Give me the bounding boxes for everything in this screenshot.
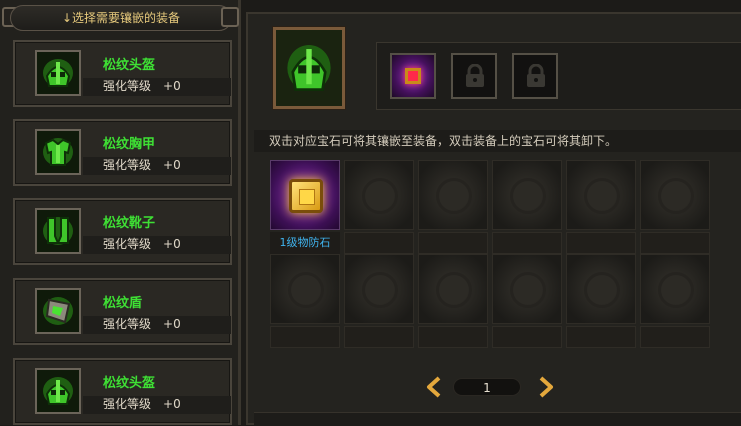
helmet-icon xyxy=(287,45,331,91)
gem-inventory-cell[interactable] xyxy=(566,254,636,348)
enhance-level-label: 强化等级 xyxy=(103,237,152,251)
equipment-item-5[interactable]: 松纹头盔 强化等级 +0 xyxy=(13,358,232,425)
helmet-icon xyxy=(35,368,81,414)
empty-slot-emblem xyxy=(492,160,562,230)
gem-inventory-cell[interactable] xyxy=(640,160,710,254)
equipment-item-4[interactable]: 松纹盾 强化等级 +0 xyxy=(13,278,232,345)
gem-name-empty xyxy=(270,326,340,348)
gem-inventory-cell[interactable] xyxy=(492,160,562,254)
lock-icon xyxy=(466,64,484,87)
empty-slot-emblem xyxy=(270,254,340,324)
equipment-name: 松纹靴子 xyxy=(103,216,156,231)
empty-slot-emblem xyxy=(640,254,710,324)
gem-socket-3[interactable] xyxy=(512,53,558,99)
gem-inventory-cell[interactable] xyxy=(344,160,414,254)
emblem-icon xyxy=(658,272,694,308)
enhance-level-value: +0 xyxy=(163,237,181,251)
equipment-name: 松纹盾 xyxy=(103,296,143,311)
gem-name-empty xyxy=(492,326,562,348)
enhance-level-value: +0 xyxy=(163,158,181,172)
selected-equipment-slot[interactable] xyxy=(273,27,345,109)
enhance-level-label: 强化等级 xyxy=(103,317,152,331)
empty-slot-emblem xyxy=(344,160,414,230)
equipment-item-1[interactable]: 松纹头盔 强化等级 +0 xyxy=(13,40,232,107)
gem-socket-1[interactable] xyxy=(390,53,436,99)
gem-inventory-cell[interactable] xyxy=(566,160,636,254)
emblem-icon xyxy=(288,272,324,308)
emblem-icon xyxy=(510,178,546,214)
red-gem-icon xyxy=(405,68,421,84)
yellow-gem-icon xyxy=(289,179,323,213)
gem-inventory-cell[interactable]: 1级物防石 xyxy=(270,160,340,254)
empty-slot-emblem xyxy=(492,254,562,324)
chest-armor-icon xyxy=(35,129,81,175)
empty-slot-emblem xyxy=(418,254,488,324)
enhance-level-value: +0 xyxy=(163,397,181,411)
equipment-list-header: ↓选择需要镶嵌的装备 xyxy=(10,5,232,31)
chevron-right-icon xyxy=(539,376,553,398)
emblem-icon xyxy=(362,178,398,214)
empty-slot-emblem xyxy=(344,254,414,324)
equipment-item-3[interactable]: 松纹靴子 强化等级 +0 xyxy=(13,198,232,265)
chevron-left-icon xyxy=(427,376,441,398)
enhance-level-label: 强化等级 xyxy=(103,397,152,411)
gem-name-empty xyxy=(566,326,636,348)
gem-name-empty xyxy=(418,326,488,348)
equipment-name: 松纹胸甲 xyxy=(103,137,156,152)
gem-inventory-cell[interactable] xyxy=(418,254,488,348)
gem-socket-2[interactable] xyxy=(451,53,497,99)
gem-inventory-cell[interactable] xyxy=(270,254,340,348)
gem-inventory-cell[interactable] xyxy=(418,160,488,254)
equipment-name: 松纹头盔 xyxy=(103,376,156,391)
enhance-level-label: 强化等级 xyxy=(103,79,152,93)
gem-inventory-cell[interactable] xyxy=(344,254,414,348)
emblem-icon xyxy=(658,178,694,214)
gem-name-empty xyxy=(492,232,562,254)
prev-page-button[interactable] xyxy=(426,376,442,398)
enhance-level: 强化等级 +0 xyxy=(103,395,181,412)
bottom-strip xyxy=(254,412,741,426)
helmet-icon xyxy=(35,50,81,96)
gem-name-empty xyxy=(640,326,710,348)
empty-slot-emblem xyxy=(418,160,488,230)
shield-icon xyxy=(35,288,81,334)
equipment-item-2[interactable]: 松纹胸甲 强化等级 +0 xyxy=(13,119,232,186)
enhance-level: 强化等级 +0 xyxy=(103,235,181,252)
boots-icon xyxy=(35,208,81,254)
gem-name-empty xyxy=(344,232,414,254)
page-number: 1 xyxy=(453,378,521,396)
enhance-level: 强化等级 +0 xyxy=(103,77,181,94)
gem-name-empty xyxy=(640,232,710,254)
emblem-icon xyxy=(436,178,472,214)
empty-slot-emblem xyxy=(566,254,636,324)
gem-name: 1级物防石 xyxy=(270,232,340,254)
enhance-level: 强化等级 +0 xyxy=(103,156,181,173)
emblem-icon xyxy=(510,272,546,308)
enhance-level-label: 强化等级 xyxy=(103,158,152,172)
emblem-icon xyxy=(584,272,620,308)
gem-name-empty xyxy=(566,232,636,254)
gem-cell-top xyxy=(270,160,340,230)
gem-inventory-cell[interactable] xyxy=(640,254,710,348)
equipment-name: 松纹头盔 xyxy=(103,58,156,73)
gem-name-empty xyxy=(418,232,488,254)
gem-inventory-cell[interactable] xyxy=(492,254,562,348)
emblem-icon xyxy=(436,272,472,308)
emblem-icon xyxy=(362,272,398,308)
inlay-hint-text: 双击对应宝石可将其镶嵌至装备，双击装备上的宝石可将其卸下。 xyxy=(254,130,741,152)
enhance-level-value: +0 xyxy=(163,317,181,331)
gem-name-empty xyxy=(344,326,414,348)
empty-slot-emblem xyxy=(566,160,636,230)
enhance-level-value: +0 xyxy=(163,79,181,93)
panel-corner-right xyxy=(221,7,239,27)
enhance-level: 强化等级 +0 xyxy=(103,315,181,332)
lock-icon xyxy=(527,64,545,87)
emblem-icon xyxy=(584,178,620,214)
next-page-button[interactable] xyxy=(538,376,554,398)
empty-slot-emblem xyxy=(640,160,710,230)
